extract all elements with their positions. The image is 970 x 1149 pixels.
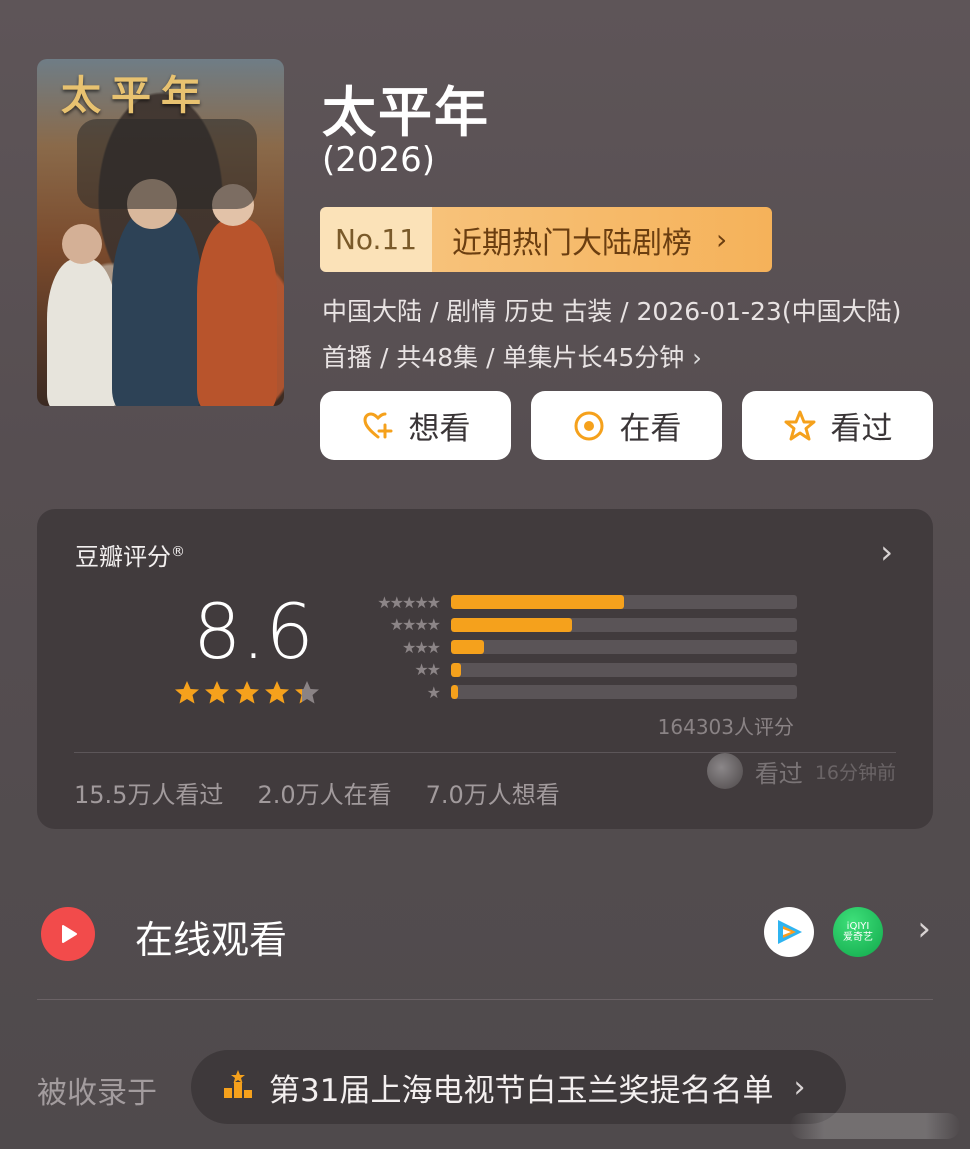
distribution-bar-fill	[451, 662, 462, 677]
distribution-stars: ★★★★★	[377, 592, 441, 612]
rating-heading: 豆瓣评分®	[75, 537, 185, 572]
poster-figure	[47, 259, 117, 406]
star-icon	[233, 679, 261, 711]
watched-button[interactable]: 看过	[742, 391, 933, 460]
meta-info-line1: 中国大陆 / 剧情 历史 古装 / 2026-01-23(中国大陆)	[322, 297, 902, 326]
rating-score: 8.6	[193, 587, 314, 676]
rating-card[interactable]: 豆瓣评分® › 8.6 ★★★★★ ★★★★ ★★★ ★★ ★ 164303人评分 15…	[37, 509, 933, 829]
chevron-right-icon: ›	[716, 223, 728, 256]
distribution-bar-fill	[451, 685, 458, 700]
distribution-bar-fill	[451, 640, 484, 655]
play-icon	[41, 907, 95, 961]
watch-online-row[interactable]: 在线观看 iQIYI 爱奇艺 ›	[37, 895, 933, 971]
star-icon	[293, 679, 321, 711]
podium-icon	[221, 1068, 255, 1106]
distribution-row: ★★	[347, 659, 797, 682]
distribution-bar-fill	[451, 595, 624, 610]
page-title: 太平年	[322, 81, 490, 144]
chevron-right-icon[interactable]: ›	[880, 533, 893, 571]
distribution-row: ★	[347, 681, 797, 704]
registered-mark: ®	[171, 544, 185, 560]
distribution-stars: ★★★★	[389, 615, 441, 635]
poster-figure	[62, 224, 102, 264]
collected-label: 被收录于	[37, 1076, 157, 1111]
tencent-video-icon[interactable]	[764, 907, 814, 957]
watch-online-label: 在线观看	[135, 918, 288, 962]
watched-count[interactable]: 15.5万人看过	[74, 775, 223, 810]
chevron-right-icon: ›	[793, 1069, 806, 1105]
meta-info-line2[interactable]: 首播 / 共48集 / 单集片长45分钟 ›	[322, 338, 702, 374]
ranking-badge[interactable]: No.11 近期热门大陆剧榜 ›	[320, 207, 772, 272]
poster-figure	[112, 209, 202, 406]
chevron-right-icon: ›	[917, 909, 931, 949]
distribution-row: ★★★★★	[347, 591, 797, 614]
rank-list-label: 近期热门大陆剧榜	[452, 225, 692, 261]
divider	[37, 999, 933, 1000]
watching-count[interactable]: 2.0万人在看	[257, 775, 391, 810]
star-icon	[263, 679, 291, 711]
meta-info-line2-text: 首播 / 共48集 / 单集片长45分钟	[322, 343, 685, 372]
poster-figure	[197, 219, 277, 406]
watermark	[790, 1113, 960, 1139]
want-to-watch-button[interactable]: 想看	[320, 391, 511, 460]
distribution-stars: ★	[426, 682, 441, 702]
audience-stats: 15.5万人看过 2.0万人在看 7.0万人想看	[74, 775, 560, 810]
rank-list-link: 近期热门大陆剧榜 ›	[432, 207, 772, 272]
iqiyi-logo-text: iQIYI	[846, 921, 870, 932]
rating-stars	[173, 679, 321, 711]
watched-label: 看过	[830, 411, 893, 447]
distribution-bar	[451, 595, 797, 610]
heart-plus-icon	[361, 409, 395, 443]
collection-link[interactable]: 第31届上海电视节白玉兰奖提名名单 ›	[191, 1050, 846, 1124]
distribution-bar	[451, 662, 797, 677]
star-outline-icon	[783, 409, 817, 443]
poster-image[interactable]: 太平年	[37, 59, 284, 406]
chevron-right-icon: ›	[692, 344, 702, 372]
recent-activity: 看过 16分钟前	[706, 753, 896, 789]
rank-number: No.11	[320, 207, 432, 272]
distribution-bar	[451, 685, 797, 700]
collection-name: 第31届上海电视节白玉兰奖提名名单	[269, 1072, 774, 1109]
distribution-row: ★★★★	[347, 614, 797, 637]
distribution-bar	[451, 617, 797, 632]
rating-count: 164303人评分	[657, 715, 794, 739]
poster-figure	[77, 119, 257, 209]
watching-button[interactable]: 在看	[531, 391, 722, 460]
distribution-row: ★★★	[347, 636, 797, 659]
recent-time: 16分钟前	[814, 761, 896, 784]
distribution-stars: ★★★	[401, 637, 441, 657]
recent-action: 看过	[754, 759, 803, 788]
poster-title-art: 太平年	[61, 72, 211, 119]
distribution-bar	[451, 640, 797, 655]
want-count[interactable]: 7.0万人想看	[426, 775, 560, 810]
rating-heading-text: 豆瓣评分	[75, 543, 171, 571]
want-to-watch-label: 想看	[408, 411, 471, 447]
iqiyi-logo-cn: 爱奇艺	[843, 932, 873, 943]
target-icon	[572, 409, 606, 443]
watching-label: 在看	[619, 411, 682, 447]
distribution-stars: ★★	[414, 660, 441, 680]
star-icon	[173, 679, 201, 711]
iqiyi-icon[interactable]: iQIYI 爱奇艺	[833, 907, 883, 957]
release-year: (2026)	[322, 140, 436, 180]
distribution-bar-fill	[451, 617, 573, 632]
star-icon	[203, 679, 231, 711]
avatar	[706, 753, 743, 789]
rating-distribution: ★★★★★ ★★★★ ★★★ ★★ ★	[347, 591, 797, 704]
